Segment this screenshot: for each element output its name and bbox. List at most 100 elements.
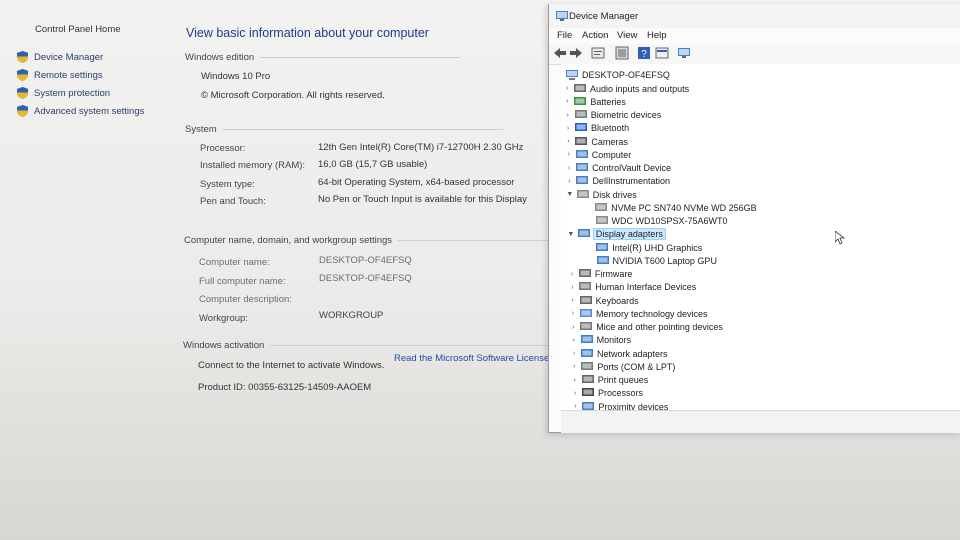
chevron-right-icon[interactable]: › — [565, 165, 573, 172]
menu-view[interactable]: View — [617, 30, 637, 41]
device-manager-icon — [556, 11, 568, 21]
pen-touch-label: Pen and Touch: — [200, 196, 266, 207]
tree-item-label: NVMe PC SN740 NVMe WD 256GB — [611, 202, 757, 213]
chevron-right-icon[interactable]: › — [564, 125, 572, 132]
properties-icon[interactable] — [591, 46, 605, 60]
chevron-down-icon[interactable]: ▼ — [567, 231, 575, 238]
tree-item[interactable]: › Processors — [571, 387, 643, 400]
tree-item[interactable]: › Bluetooth — [564, 122, 629, 135]
nav-device-manager[interactable]: Device Manager — [17, 48, 144, 66]
tree-item-label: Firmware — [594, 269, 633, 279]
chevron-right-icon[interactable]: › — [568, 284, 576, 291]
processor-value: 12th Gen Intel(R) Core(TM) i7-12700H 2.3… — [318, 142, 524, 153]
chevron-right-icon[interactable]: › — [570, 350, 578, 357]
disk-icon — [576, 189, 589, 198]
tree-item[interactable]: ▼ Display adapters — [567, 228, 666, 241]
chevron-right-icon[interactable]: › — [570, 337, 578, 344]
system-info-panel: View basic information about your comput… — [180, 0, 578, 540]
chevron-down-icon[interactable]: ▼ — [561, 71, 563, 78]
tree-item[interactable]: › Print queues — [571, 374, 648, 387]
chevron-right-icon[interactable]: › — [571, 390, 579, 397]
forward-arrow-icon[interactable] — [569, 46, 583, 60]
nav-remote-settings[interactable]: Remote settings — [17, 66, 144, 84]
computer-description-label: Computer description: — [199, 294, 292, 305]
bluetooth-icon — [575, 123, 588, 132]
tree-item-label: Display adapters — [592, 228, 666, 241]
shield-icon — [17, 105, 28, 117]
network-icon — [581, 348, 593, 357]
status-bar — [561, 410, 960, 433]
svg-text:?: ? — [641, 49, 647, 60]
tree-item-label: Computer — [591, 149, 632, 160]
tree-item-label: WDC WD10SPSX-75A6WT0 — [611, 216, 728, 226]
device-tree[interactable]: ▼ DESKTOP-OF4EFSQ › Audio inputs and outp… — [561, 64, 960, 410]
view-resources-icon[interactable] — [655, 46, 669, 60]
back-arrow-icon[interactable] — [553, 46, 567, 60]
mouse-icon — [580, 322, 593, 330]
chevron-right-icon[interactable]: › — [563, 98, 571, 105]
nav-label: Advanced system settings — [34, 105, 145, 117]
tree-item[interactable]: › Human Interface Devices — [568, 281, 696, 294]
tree-item-label: Network adapters — [597, 348, 668, 359]
chevron-right-icon[interactable]: › — [563, 85, 571, 92]
tree-item-label: ControlVault Device — [592, 163, 671, 173]
nav-advanced-system-settings[interactable]: Advanced system settings — [17, 102, 144, 120]
scan-hardware-icon[interactable] — [677, 46, 691, 60]
tree-item[interactable]: › DellInstrumentation — [565, 175, 670, 188]
chevron-right-icon[interactable]: › — [569, 324, 577, 331]
chevron-right-icon[interactable]: › — [564, 138, 572, 145]
tree-item[interactable]: › Batteries — [563, 95, 626, 108]
tree-item[interactable]: NVMe PC SN740 NVMe WD 256GB — [584, 201, 757, 214]
tree-item[interactable]: › Biometric devices — [564, 109, 661, 122]
chevron-right-icon[interactable]: › — [571, 377, 579, 384]
help-icon[interactable]: ? — [637, 46, 651, 60]
tree-item[interactable]: › Keyboards — [569, 294, 639, 307]
tree-item[interactable]: › Firmware — [568, 268, 633, 281]
monitor-icon — [596, 255, 609, 264]
tree-item[interactable]: NVIDIA T600 Laptop GPU — [586, 254, 717, 267]
tree-item[interactable]: ▼ Disk drives — [566, 188, 637, 201]
port-icon — [581, 361, 594, 370]
tree-item[interactable]: › Monitors — [570, 334, 631, 347]
tree-item[interactable]: › ControlVault Device — [565, 162, 671, 175]
tree-item[interactable]: › Proximity devices — [571, 400, 668, 410]
tree-item-label: Processors — [598, 388, 644, 399]
nav-list: Device Manager Remote settings System pr… — [17, 48, 144, 120]
tree-root[interactable]: ▼ DESKTOP-OF4EFSQ — [561, 68, 670, 81]
chevron-right-icon[interactable]: › — [565, 178, 573, 185]
chevron-right-icon[interactable]: › — [569, 297, 577, 304]
chevron-right-icon[interactable]: › — [571, 403, 579, 410]
fingerprint-icon — [574, 110, 587, 118]
chevron-right-icon[interactable]: › — [568, 271, 576, 278]
tree-item[interactable]: › Computer — [565, 148, 632, 161]
tree-item[interactable]: WDC WD10SPSX-75A6WT0 — [585, 215, 728, 228]
chevron-right-icon[interactable]: › — [569, 310, 577, 317]
chevron-right-icon[interactable]: › — [570, 363, 578, 370]
tree-item[interactable]: Intel(R) UHD Graphics — [585, 241, 702, 254]
menu-file[interactable]: File — [557, 30, 572, 41]
control-panel-home-link[interactable]: Control Panel Home — [35, 24, 121, 35]
tree-item[interactable]: › Audio inputs and outputs — [563, 82, 689, 95]
camera-icon — [575, 136, 588, 145]
chevron-down-icon[interactable]: ▼ — [566, 191, 574, 198]
tree-item-label: Ports (COM & LPT) — [597, 361, 676, 372]
tree-item[interactable]: › Network adapters — [570, 347, 668, 360]
chevron-right-icon[interactable]: › — [564, 112, 572, 119]
device-manager-titlebar[interactable]: Device Manager — [549, 4, 960, 28]
section-computer-name: Computer name, domain, and workgroup set… — [184, 235, 549, 246]
section-windows-activation: Windows activation — [183, 340, 551, 351]
nav-system-protection[interactable]: System protection — [17, 84, 144, 102]
menu-help[interactable]: Help — [647, 30, 667, 41]
chip-icon — [578, 269, 591, 277]
computer-name-value: DESKTOP-OF4EFSQ — [319, 255, 412, 266]
tree-item[interactable]: › Mice and other pointing devices — [569, 321, 723, 334]
monitor-icon — [577, 229, 590, 238]
update-driver-icon[interactable] — [615, 46, 629, 60]
menu-action[interactable]: Action — [582, 30, 608, 41]
chevron-right-icon[interactable]: › — [565, 151, 573, 158]
battery-icon — [574, 96, 587, 105]
tree-item[interactable]: › Memory technology devices — [569, 307, 708, 320]
tree-item[interactable]: › Ports (COM & LPT) — [570, 360, 675, 373]
tree-item-label: Memory technology devices — [595, 308, 708, 319]
tree-item[interactable]: › Cameras — [564, 135, 628, 148]
